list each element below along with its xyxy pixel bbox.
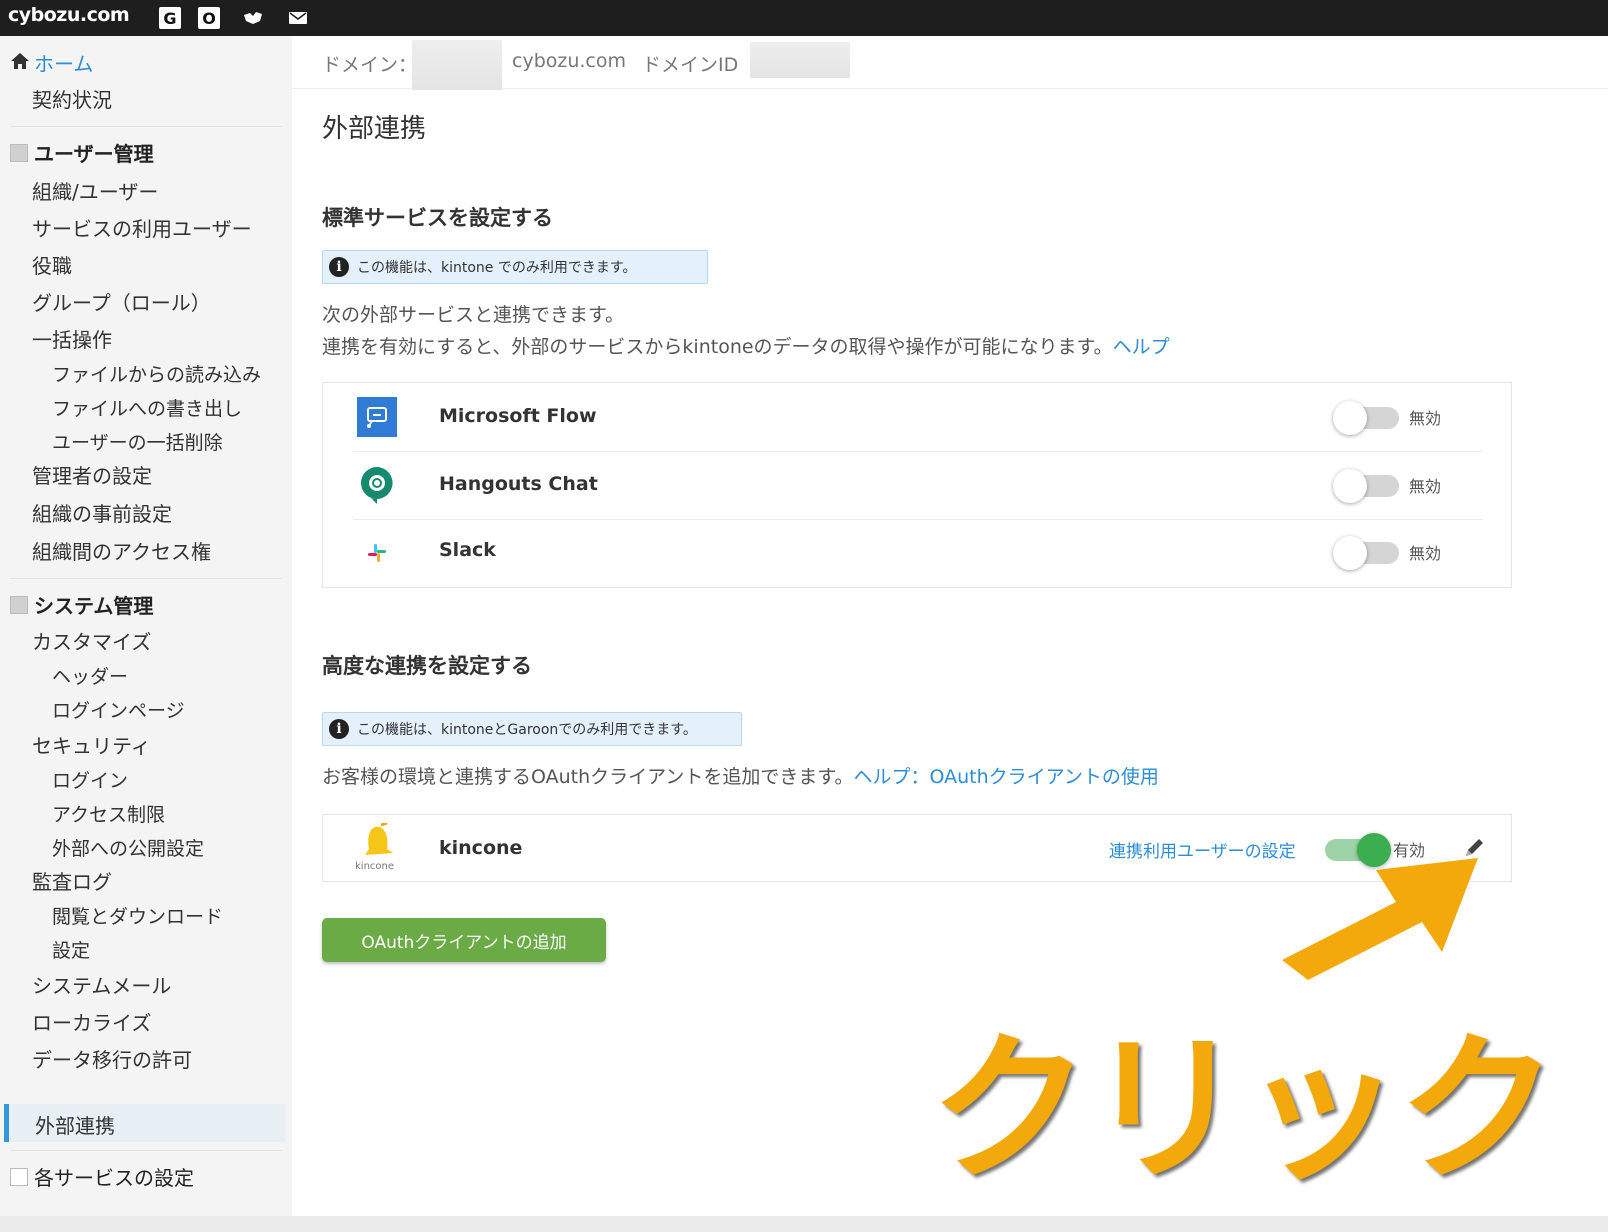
domain-label: ドメイン： [322,54,418,76]
standard-desc-1: 次の外部サービスと連携できます。 [322,304,625,326]
service-status: 無効 [1409,477,1442,496]
domain-id-label: ドメインID [642,54,739,76]
service-row-hangouts-chat: Hangouts Chat 無効 [323,451,1511,519]
sidebar: ホーム 契約状況 ユーザー管理 組織/ユーザー サービスの利用ユーザー 役職 グ… [0,36,292,1216]
brand-logo[interactable]: cybozu.com [8,4,130,26]
bottom-strip [0,1216,1608,1232]
service-status: 無効 [1409,544,1442,563]
click-annotation: クリック [928,1014,1560,1205]
add-oauth-client-button[interactable]: OAuthクライアントの追加 [322,918,606,962]
sidebar-divider [10,126,282,127]
standard-desc-2: 連携を有効にすると、外部のサービスからkintoneのデータの取得や操作が可能に… [322,336,1170,358]
sidebar-item-data-migration[interactable]: データ移行の許可 [32,1044,192,1073]
help-link[interactable]: ヘルプ [1113,336,1170,358]
sidebar-section-user-management: ユーザー管理 [10,138,154,167]
sidebar-item-titles[interactable]: 役職 [32,250,72,279]
masked-domain [412,40,502,90]
microsoft-flow-toggle[interactable] [1333,401,1399,435]
kincone-logo-text: kincone [355,861,395,872]
sidebar-item-bulk-ops[interactable]: 一括操作 [32,324,112,353]
masked-domain-id [750,42,850,78]
sidebar-item-groups[interactable]: グループ（ロール） [32,287,211,316]
page-title: 外部連携 [322,114,427,144]
user-icon [10,143,28,162]
home-icon [10,51,30,75]
advanced-heading: 高度な連携を設定する [322,654,532,678]
service-row-microsoft-flow: Microsoft Flow 無効 [323,383,1511,451]
sidebar-item-security[interactable]: セキュリティ [32,730,151,759]
sidebar-item-login[interactable]: ログイン [52,766,128,793]
user-settings-link[interactable]: 連携利用ユーザーの設定 [1109,837,1296,862]
advanced-desc: お客様の環境と連携するOAuthクライアントを追加できます。ヘルプ：OAuthク… [322,766,1159,788]
grid-icon [10,1167,28,1186]
standard-services-heading: 標準サービスを設定する [322,206,553,230]
oauth-help-link[interactable]: ヘルプ：OAuthクライアントの使用 [854,766,1159,788]
sidebar-divider [10,578,282,579]
sidebar-item-bulk-delete[interactable]: ユーザーの一括削除 [52,428,223,455]
sidebar-item-login-page[interactable]: ログインページ [52,696,185,723]
service-name: Hangouts Chat [439,473,598,495]
gear-icon [10,595,28,614]
info-icon: i [329,719,349,739]
service-name: Microsoft Flow [439,405,597,427]
sidebar-item-view-download[interactable]: 閲覧とダウンロード [52,902,223,929]
domain-bar: ドメイン： cybozu.com ドメインID [292,36,1608,90]
client-name: kincone [439,837,523,859]
top-bar: cybozu.com G O [0,0,1608,36]
standard-services-card: Microsoft Flow 無効 Hangouts Chat 無効 Slack… [322,382,1512,588]
sidebar-item-org-presettings[interactable]: 組織の事前設定 [32,498,172,527]
sidebar-item-customize[interactable]: カスタマイズ [32,626,151,655]
mail-icon[interactable] [287,7,309,29]
mailwise-icon[interactable] [242,7,264,29]
sidebar-item-label: 外部連携 [35,1114,115,1138]
sidebar-item-contract[interactable]: 契約状況 [32,84,112,113]
sidebar-item-service-settings[interactable]: 各サービスの設定 [10,1162,194,1191]
domain-suffix: cybozu.com [512,50,627,72]
sidebar-item-public-settings[interactable]: 外部への公開設定 [52,834,204,861]
service-status: 無効 [1409,409,1442,428]
sidebar-item-service-users[interactable]: サービスの利用ユーザー [32,213,252,242]
sidebar-item-export-file[interactable]: ファイルへの書き出し [52,394,242,421]
info-icon: i [329,257,349,277]
sidebar-item-external-integration[interactable]: 外部連携 [4,1104,286,1142]
sidebar-item-audit-settings[interactable]: 設定 [52,936,90,963]
advanced-info-note: i この機能は、kintoneとGaroonでのみ利用できます。 [322,712,742,746]
sidebar-item-home[interactable]: ホーム [10,48,93,77]
service-name: Slack [439,539,496,561]
annotation-arrow-icon [1282,858,1478,980]
sidebar-item-import-file[interactable]: ファイルからの読み込み [52,360,261,387]
sidebar-divider [10,1150,282,1151]
hangouts-chat-toggle[interactable] [1333,469,1399,503]
sidebar-item-admins[interactable]: 管理者の設定 [32,460,152,489]
sidebar-item-access-restriction[interactable]: アクセス制限 [52,800,165,827]
kincone-logo: kincone [355,821,403,875]
sidebar-item-audit-log[interactable]: 監査ログ [32,866,112,895]
office-button[interactable]: O [198,7,220,29]
sidebar-item-system-mail[interactable]: システムメール [32,970,171,999]
standard-info-note: i この機能は、kintone でのみ利用できます。 [322,250,708,284]
service-row-slack: Slack 無効 [323,519,1511,587]
slack-icon [365,541,389,565]
slack-toggle[interactable] [1333,536,1399,570]
microsoft-flow-icon [357,397,397,437]
sidebar-item-org-users[interactable]: 組織/ユーザー [32,176,158,205]
sidebar-item-inter-org-access[interactable]: 組織間のアクセス権 [32,536,211,565]
hangouts-chat-icon [359,465,395,505]
garoon-button[interactable]: G [159,7,181,29]
sidebar-section-system-management: システム管理 [10,590,153,619]
sidebar-item-localize[interactable]: ローカライズ [32,1007,151,1036]
sidebar-item-header[interactable]: ヘッダー [52,662,128,689]
